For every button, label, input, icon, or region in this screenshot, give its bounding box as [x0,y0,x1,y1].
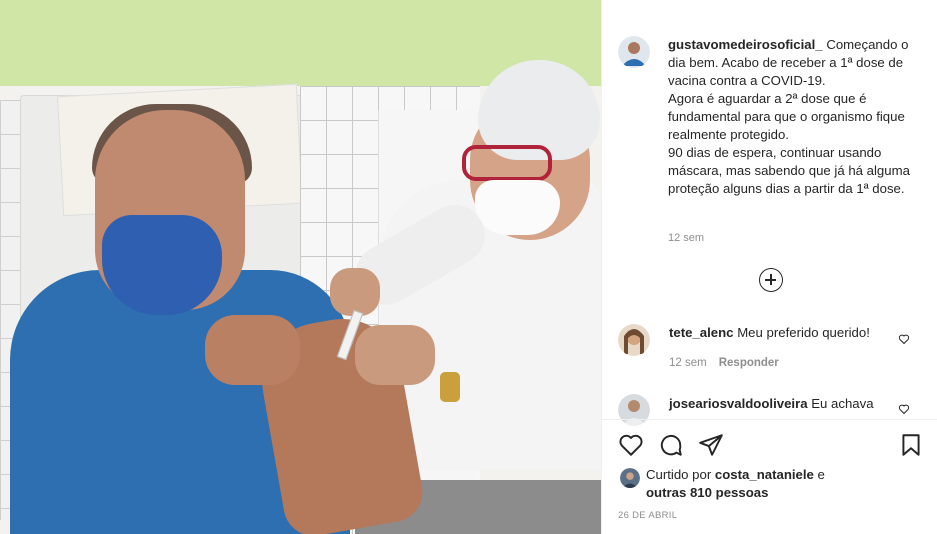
send-icon[interactable] [698,432,724,458]
man-mask [102,215,222,315]
avatar-image [618,36,650,68]
likes-others[interactable]: outras 810 pessoas [646,485,768,500]
divider [602,419,937,420]
avatar-image [618,324,650,356]
author-avatar[interactable] [618,36,650,68]
comment-item: joseariosvaldooliveira Eu achava [669,396,874,411]
comment-text: Eu achava [811,396,874,411]
post-photo [0,0,601,534]
likes-summary: Curtido por costa_nataniele e outras 810 … [646,466,825,502]
caption-author[interactable]: gustavomedeirosoficial_ [668,37,823,52]
liker-avatar[interactable] [620,468,640,488]
likes-prefix: Curtido por [646,467,712,482]
caption: gustavomedeirosoficial_ Começando o dia … [668,36,923,198]
plus-circle-icon[interactable] [759,268,783,292]
bookmark-icon[interactable] [898,432,924,458]
man-hand [205,315,300,385]
comment-meta: 12 sem Responder [669,357,779,369]
nurse-glasses [462,145,552,181]
comment-like-icon[interactable] [898,333,910,345]
comment-user[interactable]: tete_alenc [669,325,734,340]
comment-like-icon[interactable] [898,403,910,415]
comment-text: Meu preferido querido! [737,325,870,340]
nurse-mask [475,180,560,235]
comment-avatar[interactable] [618,324,650,356]
nurse-hand [330,268,380,316]
post-side-panel: gustavomedeirosoficial_ Começando o dia … [601,0,937,534]
comment-user[interactable]: joseariosvaldooliveira [669,396,808,411]
avatar-image [620,468,640,488]
watch [440,372,460,402]
nurse-hand [355,325,435,385]
caption-text: Começando o dia bem. Acabo de receber a … [668,37,910,196]
comment-item: tete_alenc Meu preferido querido! [669,325,870,340]
comment-time[interactable]: 12 sem [669,357,707,369]
likes-user[interactable]: costa_nataniele [715,467,814,482]
comment-icon[interactable] [658,432,684,458]
comment-avatar[interactable] [618,394,650,426]
caption-time[interactable]: 12 sem [668,232,704,244]
heart-icon[interactable] [618,432,644,458]
likes-connector: e [817,467,825,482]
avatar-image [618,394,650,426]
post-date[interactable]: 26 DE ABRIL [618,510,677,521]
reply-button[interactable]: Responder [719,357,779,369]
